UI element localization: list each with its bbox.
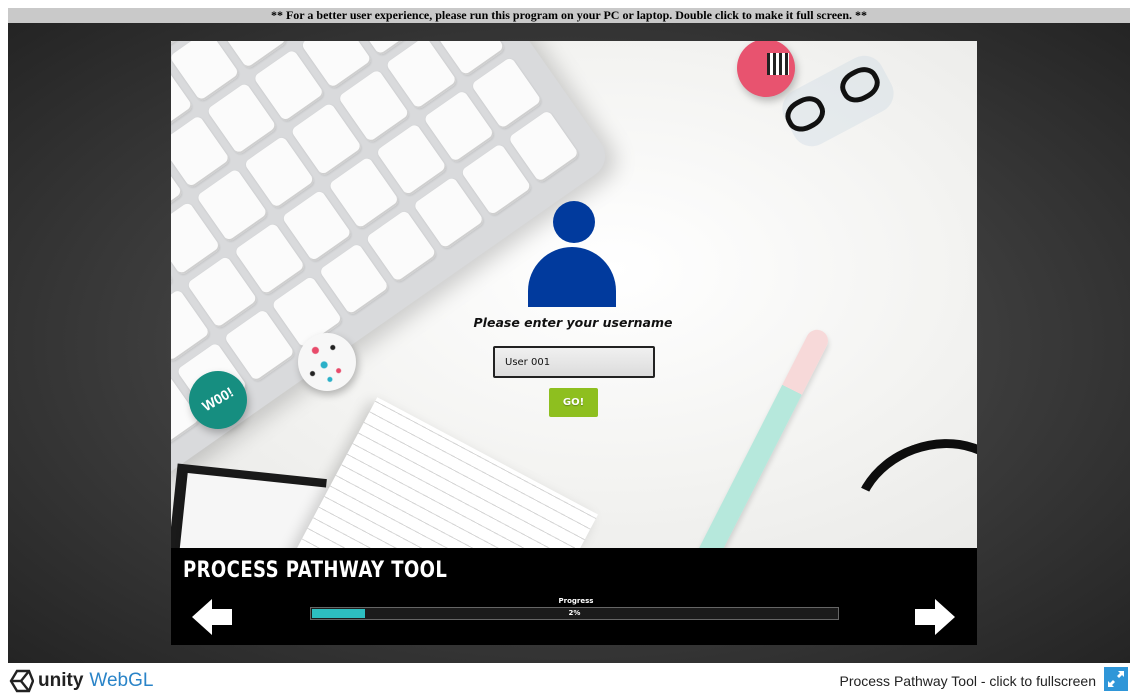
glasses-image <box>832 416 977 548</box>
username-input[interactable] <box>493 346 655 378</box>
desk-background-image: W00! Please enter your username GO! <box>171 41 977 548</box>
back-button[interactable] <box>192 599 232 635</box>
progress-bar: 2% <box>310 607 839 620</box>
unity-wordmark: unity <box>38 670 84 691</box>
fullscreen-link[interactable]: Process Pathway Tool - click to fullscre… <box>839 673 1096 689</box>
username-prompt: Please enter your username <box>473 315 673 330</box>
progress-label: Progress <box>558 597 594 605</box>
dotted-badge-image <box>298 333 356 391</box>
user-avatar-body <box>528 247 616 307</box>
unity-webgl-logo: unity WebGL <box>8 669 153 693</box>
bottom-bar: PROCESS PATHWAY TOOL Progress 2% <box>171 548 977 645</box>
go-button[interactable]: GO! <box>549 388 598 417</box>
arrow-right-icon <box>915 599 955 635</box>
teal-badge-image: W00! <box>189 371 247 429</box>
progress-percent: 2% <box>568 609 581 617</box>
webgl-stage: W00! Please enter your username GO! PROC… <box>8 23 1130 663</box>
user-avatar-icon <box>553 201 595 243</box>
next-button[interactable] <box>915 599 955 635</box>
footer: unity WebGL Process Pathway Tool - click… <box>0 663 1130 696</box>
unity-logo-icon <box>9 669 34 693</box>
pink-badge-image <box>737 41 795 97</box>
lined-notebook-image <box>273 397 599 548</box>
top-notice: ** For a better user experience, please … <box>8 8 1130 23</box>
webgl-wordmark: WebGL <box>89 670 154 691</box>
unity-canvas[interactable]: W00! Please enter your username GO! PROC… <box>171 41 977 645</box>
arrow-left-icon <box>192 599 232 635</box>
fullscreen-icon <box>1108 671 1124 687</box>
fullscreen-button[interactable] <box>1104 667 1128 691</box>
tool-title: PROCESS PATHWAY TOOL <box>183 558 448 583</box>
pen-image <box>676 326 832 548</box>
